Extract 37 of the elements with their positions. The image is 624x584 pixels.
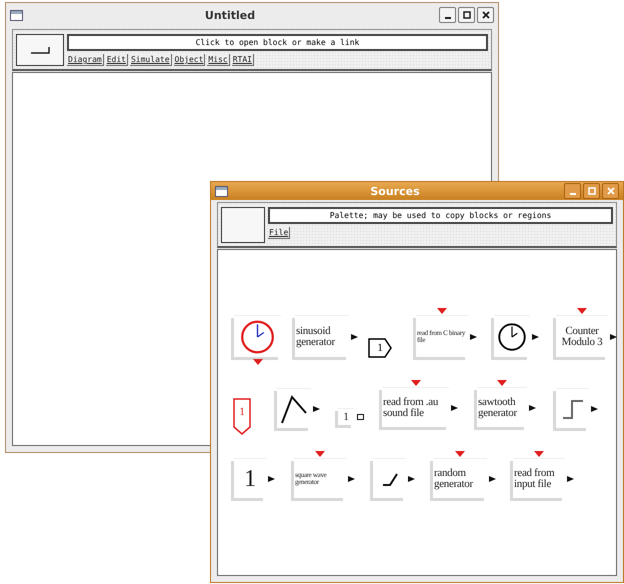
block-label: 1 <box>342 412 350 422</box>
close-icon <box>606 187 614 195</box>
maximize-icon <box>588 187 596 195</box>
window-menu-icon[interactable] <box>215 186 228 196</box>
block-preview-icon <box>30 46 50 54</box>
output-port-block[interactable]: 1 <box>368 338 392 358</box>
block-label: read from .au sound file <box>382 396 440 418</box>
status-message: Click to open block or make a link <box>67 34 488 51</box>
maximize-button[interactable] <box>458 7 475 23</box>
minimize-button[interactable] <box>439 7 456 23</box>
triangle-wave-icon <box>280 392 308 424</box>
block-label: Counter Modulo 3 <box>560 326 604 348</box>
block-label: 1 <box>376 342 384 354</box>
block-label: random generator <box>433 468 474 490</box>
menu-item[interactable]: Edit <box>106 54 128 66</box>
window-title: Untitled <box>204 8 256 22</box>
menu-item[interactable]: Diagram <box>67 54 104 66</box>
block-label: sinusoid generator <box>295 326 336 348</box>
maximize-icon <box>462 11 470 19</box>
status-message: Palette; may be used to copy blocks or regions <box>268 207 613 224</box>
window-title: Sources <box>369 184 421 198</box>
block-label: sawtooth generator <box>477 396 518 418</box>
menu-item[interactable]: Object <box>174 54 206 66</box>
block-label: 1 <box>243 466 257 490</box>
close-button[interactable] <box>477 7 494 23</box>
block-label: read from input file <box>513 468 556 490</box>
close-icon <box>482 11 490 19</box>
menu-item[interactable]: RTAI <box>232 54 254 66</box>
window-menu-icon[interactable] <box>10 10 23 20</box>
menu-item[interactable]: File <box>268 227 290 239</box>
menu-item[interactable]: Simulate <box>130 54 172 66</box>
menu-item[interactable]: Misc <box>207 54 230 66</box>
ramp-icon <box>382 470 398 486</box>
step-icon <box>560 398 584 420</box>
block-preview <box>221 207 265 243</box>
input-port-block[interactable]: 1 <box>233 398 251 435</box>
block-label: 1 <box>238 407 246 418</box>
